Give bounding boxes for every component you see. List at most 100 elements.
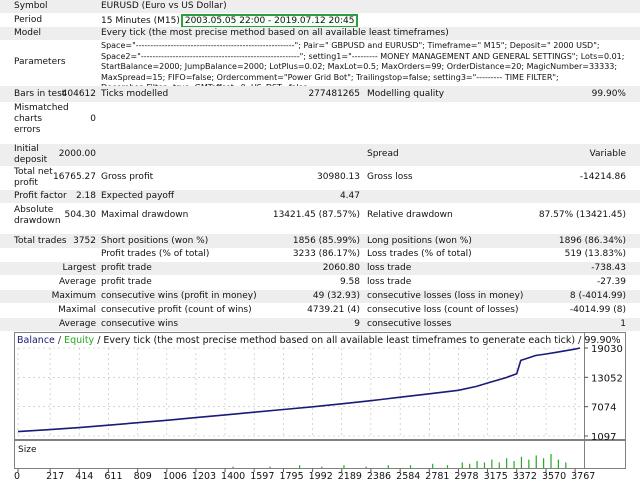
row-period: Period 15 Minutes (M15) 2003.05.05 22:00 … xyxy=(0,13,640,28)
profit-factor-value: 2.18 xyxy=(75,191,96,201)
average-consecutive-wins-value: 9 xyxy=(354,319,360,329)
profit-trades-value: 3233 (86.17%) xyxy=(292,249,360,259)
maximal-consecutive-loss-label: consecutive loss (count of losses) xyxy=(367,305,519,315)
row-maximum: Maximum consecutive wins (profit in mone… xyxy=(0,290,640,303)
maximal-label: Maximal xyxy=(58,305,96,315)
x-tick-label: 809 xyxy=(134,471,152,480)
x-tick-label: 1597 xyxy=(250,471,274,480)
loss-trades-value: 519 (13.83%) xyxy=(564,249,626,259)
maximal-consecutive-profit-value: 4739.21 (4) xyxy=(307,305,360,315)
row-profit-factor: Profit factor 2.18 Expected payoff 4.47 xyxy=(0,190,640,203)
y-tick-label: 1097 xyxy=(591,432,616,443)
legend-equity: Equity xyxy=(64,335,94,346)
size-bar xyxy=(409,465,412,468)
row-drawdown: Absolute drawdown 504.30 Maximal drawdow… xyxy=(0,205,640,227)
max-consecutive-wins-value: 49 (32.93) xyxy=(312,291,360,301)
x-tick-label: 3570 xyxy=(542,471,566,480)
maximal-drawdown-value: 13421.45 (87.57%) xyxy=(272,210,360,220)
chart-legend: Balance / Equity / Every tick (the most … xyxy=(17,335,621,346)
size-bar xyxy=(432,463,434,468)
row-net-profit: Total net profit 16765.27 Gross profit 3… xyxy=(0,167,640,189)
gross-profit-label: Gross profit xyxy=(101,172,154,182)
row-average-consecutive: Average consecutive wins 9 consecutive l… xyxy=(0,318,640,331)
size-bar xyxy=(513,461,515,468)
row-mismatched: Mismatched charts errors 0 xyxy=(0,102,640,136)
size-label: Size xyxy=(18,445,37,455)
bars-label: Bars in test xyxy=(14,89,66,99)
row-parameters: Parameters Space="----------------------… xyxy=(0,40,640,92)
absolute-drawdown-value: 504.30 xyxy=(64,210,97,220)
largest-profit-trade-value: 2060.80 xyxy=(322,263,360,273)
x-tick-label: 1203 xyxy=(192,471,216,480)
average-profit-trade-value: 9.58 xyxy=(339,277,360,287)
size-bar xyxy=(483,462,486,468)
spread-value: Variable xyxy=(589,149,626,159)
size-bar xyxy=(232,466,234,468)
average-consecutive-losses-label: consecutive losses xyxy=(367,319,452,329)
row-initial-deposit: Initial deposit 2000.00 Spread Variable xyxy=(0,144,640,166)
row-symbol: Symbol EURUSD (Euro vs US Dollar) xyxy=(0,0,640,13)
balance-chart-panel: Balance / Equity / Every tick (the most … xyxy=(14,332,626,480)
gross-profit-value: 30980.13 xyxy=(317,172,360,182)
average-loss-trade-value: -27.39 xyxy=(596,277,626,287)
initial-deposit-value: 2000.00 xyxy=(58,149,96,159)
size-bar xyxy=(476,461,478,468)
size-bar xyxy=(565,462,567,468)
strategy-tester-report: Symbol EURUSD (Euro vs US Dollar) Period… xyxy=(0,0,640,331)
largest-loss-trade-value: -738.43 xyxy=(591,263,626,273)
size-bar xyxy=(299,465,301,468)
size-bar xyxy=(550,454,552,468)
size-plot-frame xyxy=(14,440,626,469)
short-positions-label: Short positions (won %) xyxy=(101,236,209,246)
size-bar xyxy=(520,456,523,468)
x-tick-label: 1400 xyxy=(221,471,245,480)
average-profit-trade-label: profit trade xyxy=(101,277,152,287)
quality-value: 99.90% xyxy=(591,89,626,99)
maximal-consecutive-loss-value: -4014.99 (8) xyxy=(569,305,626,315)
y-tick-label: 7074 xyxy=(591,403,616,414)
size-bar xyxy=(343,465,345,468)
x-tick-label: 0 xyxy=(14,471,20,480)
x-tick-label: 611 xyxy=(104,471,122,480)
expected-payoff-value: 4.47 xyxy=(339,191,360,201)
size-bar xyxy=(535,455,537,468)
row-maximal: Maximal consecutive profit (count of win… xyxy=(0,304,640,317)
loss-trades-label: Loss trades (% of total) xyxy=(367,249,472,259)
ticks-label: Ticks modelled xyxy=(101,89,169,99)
max-consecutive-losses-label: consecutive losses (loss in money) xyxy=(367,291,524,301)
parameters-label: Parameters xyxy=(14,57,66,67)
model-label: Model xyxy=(14,28,42,38)
quality-label: Modelling quality xyxy=(367,89,445,99)
period-value: 15 Minutes (M15) 2003.05.05 22:00 - 2019.… xyxy=(101,14,359,28)
y-tick-label: 13052 xyxy=(591,373,623,384)
x-tick-label: 2584 xyxy=(396,471,420,480)
x-tick-label: 217 xyxy=(46,471,64,480)
average-label: Average xyxy=(59,277,96,287)
row-bars: Bars in test 404612 Ticks modelled 27748… xyxy=(0,86,640,102)
row-total-trades: Total trades 3752 Short positions (won %… xyxy=(0,234,640,248)
size-bar xyxy=(506,458,508,468)
x-tick-label: 3372 xyxy=(513,471,537,480)
maximum-label: Maximum xyxy=(51,291,96,301)
maximal-consecutive-profit-label: consecutive profit (count of wins) xyxy=(101,305,252,315)
gross-loss-value: -14214.86 xyxy=(579,172,626,182)
maximal-drawdown-label: Maximal drawdown xyxy=(101,210,189,220)
row-largest: Largest profit trade 2060.80 loss trade … xyxy=(0,262,640,275)
average-loss-trade-label: loss trade xyxy=(367,277,412,287)
largest-loss-trade-label: loss trade xyxy=(367,263,412,273)
largest-label: Largest xyxy=(62,263,96,273)
short-positions-value: 1856 (85.99%) xyxy=(292,236,360,246)
balance-chart: Balance / Equity / Every tick (the most … xyxy=(14,332,626,480)
row-profit-trades: Profit trades (% of total) 3233 (86.17%)… xyxy=(0,248,640,261)
ticks-value: 277481265 xyxy=(308,89,360,99)
period-timeframe: 15 Minutes (M15) xyxy=(101,16,180,26)
main-plot-frame xyxy=(14,332,626,440)
size-bar xyxy=(491,459,493,468)
size-bar xyxy=(446,465,449,468)
size-bar xyxy=(469,463,471,468)
bars-value: 404612 xyxy=(61,89,96,99)
period-label: Period xyxy=(14,15,43,25)
average-consecutive-losses-value: 1 xyxy=(620,319,626,329)
size-bar xyxy=(321,466,323,468)
average-consecutive-label: Average xyxy=(59,319,96,329)
